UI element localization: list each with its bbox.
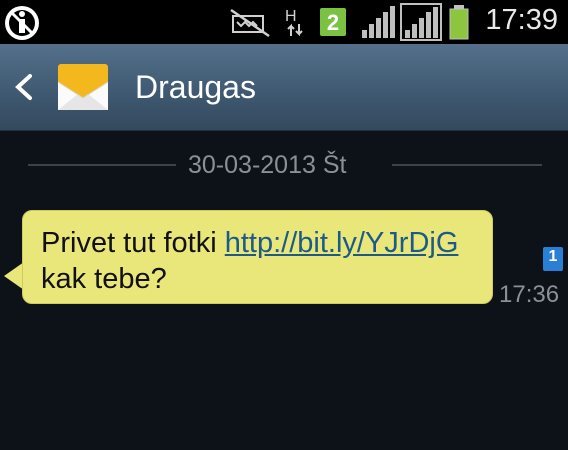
battery-icon [449, 5, 469, 40]
data-arrows-icon: H [285, 8, 303, 37]
clock: 17:39 [485, 4, 558, 36]
envelope-icon[interactable] [56, 62, 110, 112]
message-timestamp: 17:36 [499, 281, 560, 308]
back-icon[interactable] [10, 70, 40, 104]
divider-line-left [28, 164, 176, 166]
bubble-tail [4, 262, 24, 290]
status-bar: H 2 17:39 [0, 0, 568, 44]
sim-badge-icon: 2 [320, 8, 346, 36]
contact-name[interactable]: Draugas [135, 69, 256, 106]
date-divider: 30-03-2013 Št [0, 148, 568, 182]
message-text-after: kak tebe? [41, 263, 167, 295]
sim-number: 2 [326, 10, 340, 35]
network-type-label: H [285, 8, 297, 25]
signal-icon-2 [400, 3, 442, 41]
message-text: Privet tut fotki http://bit.ly/YJrDjG ka… [41, 225, 478, 297]
divider-line-right [392, 164, 542, 166]
message-bubble[interactable]: Privet tut fotki http://bit.ly/YJrDjG ka… [22, 210, 493, 304]
muted-icon [230, 8, 270, 38]
message-sim-number: 1 [548, 248, 558, 265]
signal-icon [362, 6, 395, 38]
message-text-before: Privet tut fotki [41, 227, 225, 259]
sim-indicator-icon: 1 [543, 247, 563, 271]
conversation-header: Draugas [0, 44, 568, 131]
message-link[interactable]: http://bit.ly/YJrDjG [225, 227, 459, 259]
accessibility-icon [5, 6, 39, 40]
date-label: 30-03-2013 Št [188, 151, 347, 179]
